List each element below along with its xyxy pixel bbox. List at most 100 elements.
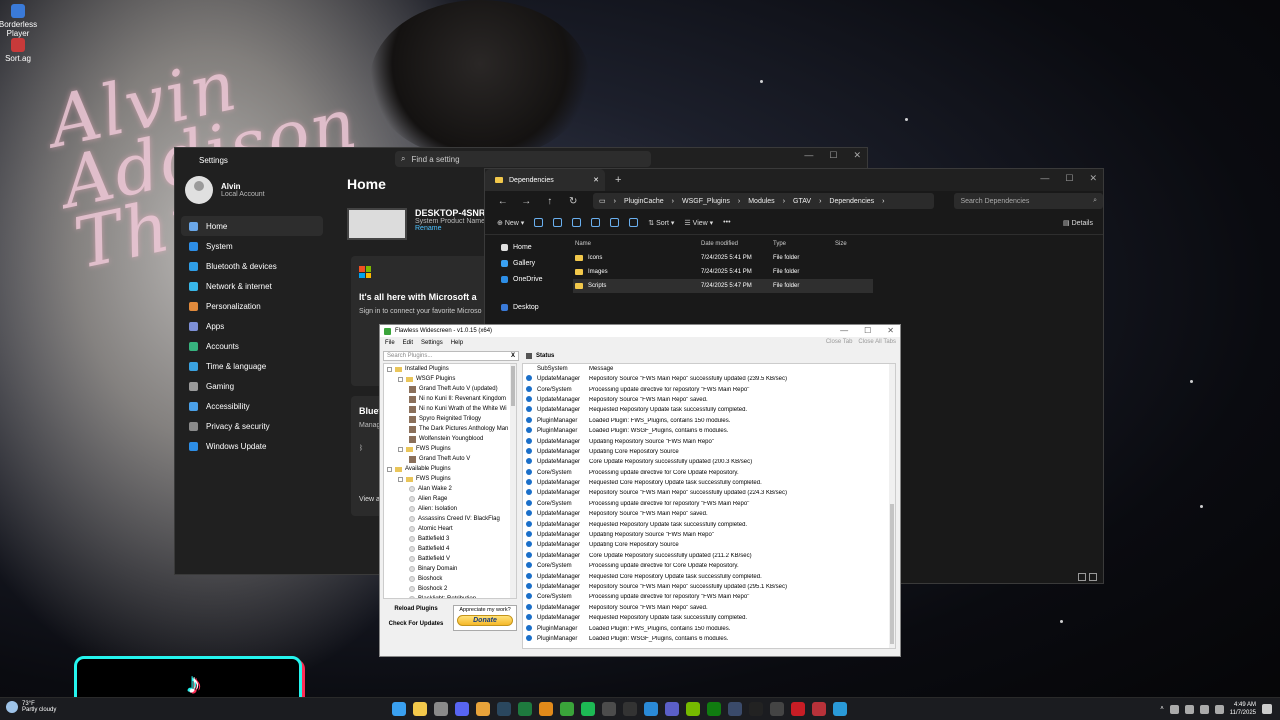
log-row[interactable]: UpdateManager Updating Repository Source … bbox=[523, 436, 895, 446]
log-row[interactable]: UpdateManager Requested Core Repository U… bbox=[523, 478, 895, 488]
maximize-icon[interactable]: ☐ bbox=[864, 326, 871, 335]
log-row[interactable]: UpdateManager Repository Source "FWS Main… bbox=[523, 395, 895, 405]
sidebar-item-desktop[interactable]: Desktop bbox=[489, 299, 559, 315]
log-row[interactable]: PluginManager Loaded Plugin: WSGF_Plugins… bbox=[523, 426, 895, 436]
menu-item-file[interactable]: File bbox=[385, 340, 395, 346]
log-row[interactable]: Core/System Processing update directive f… bbox=[523, 592, 895, 602]
network-icon[interactable] bbox=[1199, 704, 1209, 714]
more-button[interactable]: ••• bbox=[723, 219, 730, 226]
breadcrumb-item[interactable]: Dependencies bbox=[829, 198, 874, 205]
tree-node[interactable]: Alan Wake 2 bbox=[384, 484, 516, 494]
tree-node[interactable]: The Dark Pictures Anthology Man bbox=[384, 424, 516, 434]
menu-item-edit[interactable]: Edit bbox=[403, 340, 413, 346]
sidebar-item-accounts[interactable]: Accounts bbox=[181, 336, 323, 356]
expand-toggle-icon[interactable] bbox=[398, 476, 403, 482]
edge-icon[interactable] bbox=[644, 702, 658, 716]
chevron-up-icon[interactable]: ˄ bbox=[1160, 706, 1164, 712]
log-row[interactable]: UpdateManager Repository Source "FWS Main… bbox=[523, 603, 895, 613]
steam-icon[interactable] bbox=[497, 702, 511, 716]
tree-node[interactable]: Ni no Kuni II: Revenant Kingdom bbox=[384, 394, 516, 404]
tree-node[interactable]: Battlefield V bbox=[384, 554, 516, 564]
tree-node[interactable]: Bioshock 2 bbox=[384, 584, 516, 594]
settings-search-input[interactable]: ⌕ Find a setting bbox=[395, 151, 651, 167]
tree-node[interactable]: Battlefield 4 bbox=[384, 544, 516, 554]
column-message[interactable]: Message bbox=[589, 366, 879, 372]
tree-node[interactable]: Grand Theft Auto V (updated) bbox=[384, 384, 516, 394]
expand-toggle-icon[interactable] bbox=[398, 376, 403, 382]
forward-icon[interactable]: → bbox=[517, 196, 537, 207]
table-row[interactable]: Scripts 7/24/2025 5:47 PM File folder bbox=[573, 279, 873, 293]
menu-item-settings[interactable]: Settings bbox=[421, 340, 443, 346]
tree-node[interactable]: Assassins Creed IV: BlackFlag bbox=[384, 514, 516, 524]
teams-icon[interactable] bbox=[665, 702, 679, 716]
tree-node[interactable]: Spyro Reignited Trilogy bbox=[384, 414, 516, 424]
expand-toggle-icon[interactable] bbox=[387, 466, 392, 472]
notifications-icon[interactable] bbox=[1262, 704, 1272, 714]
column-date-modified[interactable]: Date modified bbox=[701, 241, 773, 247]
column-subsystem[interactable]: SubSystem bbox=[537, 366, 589, 372]
donate-button[interactable]: Donate bbox=[457, 615, 513, 626]
tree-node[interactable]: Alien: Isolation bbox=[384, 504, 516, 514]
breadcrumb-item[interactable]: GTAV bbox=[793, 198, 811, 205]
notes-icon[interactable] bbox=[833, 702, 847, 716]
sidebar-item-onedrive[interactable]: OneDrive bbox=[489, 271, 559, 287]
obs-icon[interactable] bbox=[770, 702, 784, 716]
app-icon[interactable] bbox=[812, 702, 826, 716]
breadcrumb-item[interactable]: Modules bbox=[748, 198, 774, 205]
sidebar-item-gallery[interactable]: Gallery bbox=[489, 255, 559, 271]
tray-icon[interactable] bbox=[1169, 704, 1179, 714]
game-icon[interactable] bbox=[728, 702, 742, 716]
volume-icon[interactable] bbox=[1214, 704, 1224, 714]
tree-node[interactable]: Blacklight: Retribution bbox=[384, 594, 516, 598]
sidebar-item-home[interactable]: Home bbox=[489, 239, 559, 255]
tree-node[interactable]: Alien Rage bbox=[384, 494, 516, 504]
sidebar-item-accessibility[interactable]: Accessibility bbox=[181, 396, 323, 416]
expand-toggle-icon[interactable] bbox=[398, 446, 403, 452]
sidebar-item-apps[interactable]: Apps bbox=[181, 316, 323, 336]
explorer-search-input[interactable]: Search Dependencies ⌕ bbox=[954, 193, 1103, 209]
back-icon[interactable]: ← bbox=[493, 196, 513, 207]
menu-item-help[interactable]: Help bbox=[451, 340, 463, 346]
close-icon[interactable]: ✕ bbox=[1089, 173, 1097, 184]
log-row[interactable]: UpdateManager Repository Source "FWS Main… bbox=[523, 582, 895, 592]
table-row[interactable]: Images 7/24/2025 5:41 PM File folder bbox=[573, 265, 873, 279]
close-all-tabs-button[interactable]: Close All Tabs bbox=[858, 339, 896, 345]
log-row[interactable]: PluginManager Loaded Plugin: FWS_Plugins,… bbox=[523, 416, 895, 426]
log-row[interactable]: UpdateManager Requested Repository Update… bbox=[523, 613, 895, 623]
breadcrumb[interactable]: ▭ › PluginCache › WSGF_Plugins › Modules › GTA… bbox=[593, 193, 935, 209]
desktop-icon[interactable]: Borderless Player bbox=[0, 4, 48, 38]
rename-icon[interactable] bbox=[591, 218, 601, 227]
reload-plugins-button[interactable]: Reload Plugins bbox=[383, 603, 449, 615]
column-type[interactable]: Type bbox=[773, 241, 835, 247]
log-row[interactable]: Core/System Processing update directive f… bbox=[523, 468, 895, 478]
weather-widget[interactable]: 73°F Partly cloudy bbox=[6, 701, 56, 713]
breadcrumb-item[interactable]: WSGF_Plugins bbox=[682, 198, 730, 205]
chrome-icon[interactable] bbox=[476, 702, 490, 716]
minimize-icon[interactable]: — bbox=[1040, 173, 1049, 184]
sidebar-item-network-internet[interactable]: Network & internet bbox=[181, 276, 323, 296]
tray-icon[interactable] bbox=[1184, 704, 1194, 714]
tab-status[interactable]: Status bbox=[522, 351, 898, 361]
rename-link[interactable]: Rename bbox=[415, 225, 492, 232]
sort-button[interactable]: ⇅ Sort ▾ bbox=[648, 219, 674, 227]
sidebar-item-system[interactable]: System bbox=[181, 236, 323, 256]
tree-node[interactable]: Wolfenstein Youngblood bbox=[384, 434, 516, 444]
up-icon[interactable]: ↑ bbox=[540, 196, 560, 207]
tree-node[interactable]: WSGF Plugins bbox=[384, 374, 516, 384]
log-row[interactable]: Core/System Processing update directive f… bbox=[523, 384, 895, 394]
log-row[interactable]: UpdateManager Updating Core Repository So… bbox=[523, 447, 895, 457]
log-row[interactable]: Core/System Processing update directive f… bbox=[523, 561, 895, 571]
user-card[interactable]: Alvin Local Account bbox=[185, 176, 265, 204]
log-row[interactable]: UpdateManager Core Update Repository succ… bbox=[523, 457, 895, 467]
terminal-icon[interactable] bbox=[623, 702, 637, 716]
maximize-icon[interactable]: ☐ bbox=[829, 150, 837, 161]
share-icon[interactable] bbox=[610, 218, 620, 227]
capcut-icon[interactable] bbox=[749, 702, 763, 716]
log-row[interactable]: UpdateManager Repository Source "FWS Main… bbox=[523, 374, 895, 384]
sidebar-item-time-language[interactable]: Time & language bbox=[181, 356, 323, 376]
close-tab-button[interactable]: Close Tab bbox=[826, 339, 853, 345]
desktop-icon[interactable]: Sort.ag bbox=[0, 38, 48, 63]
log-row[interactable]: UpdateManager Core Update Repository succ… bbox=[523, 551, 895, 561]
column-size[interactable]: Size bbox=[835, 241, 871, 247]
tree-node[interactable]: Installed Plugins bbox=[384, 364, 516, 374]
